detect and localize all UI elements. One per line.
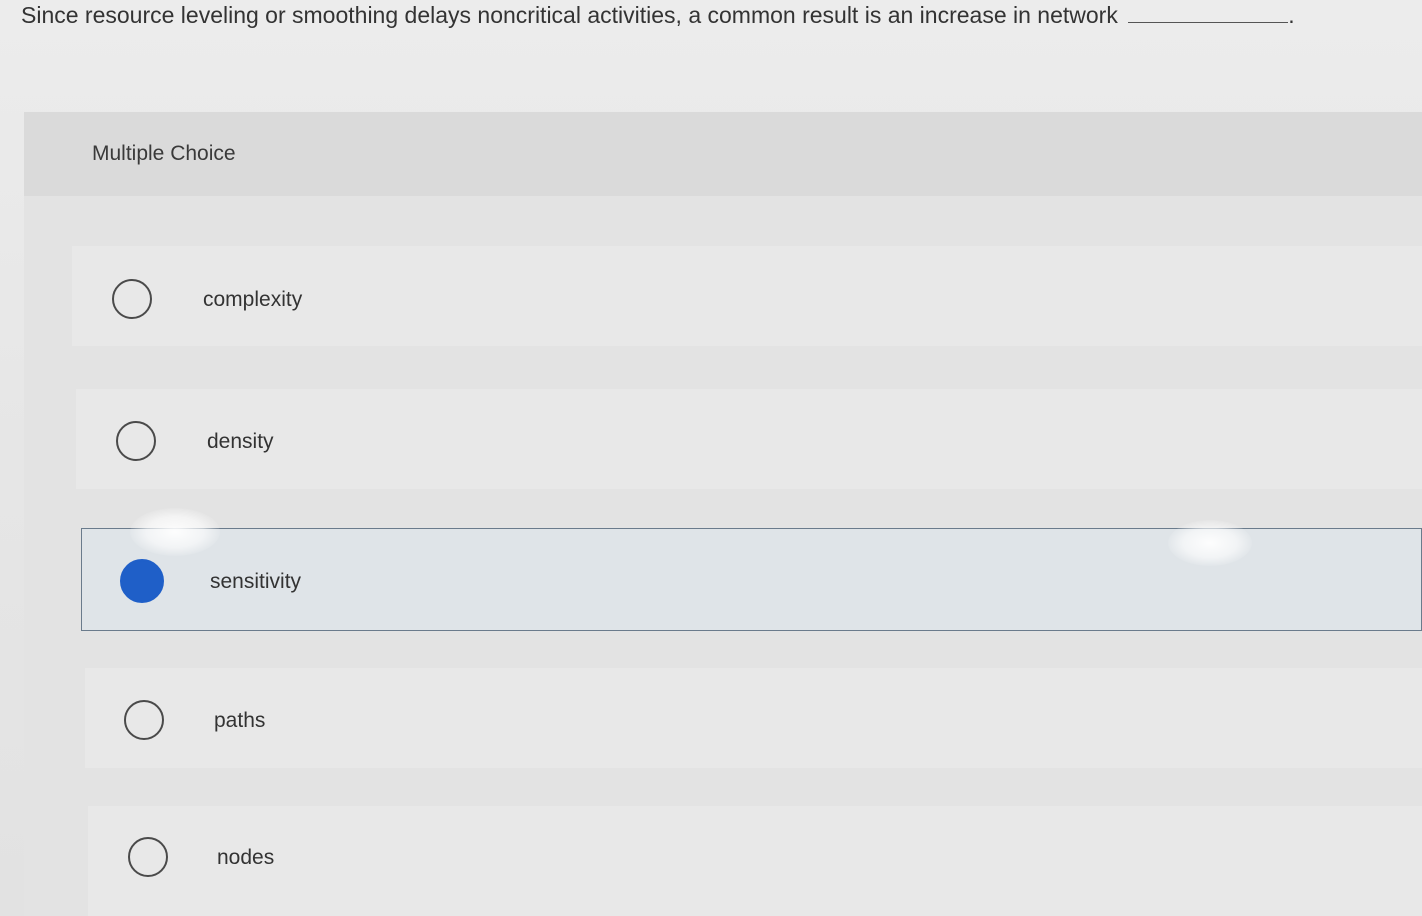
question-stem: Since resource leveling or smoothing del…: [21, 2, 1118, 28]
answer-blank: [1128, 2, 1289, 23]
option-density[interactable]: density: [76, 389, 1422, 489]
screen-glare: [1168, 520, 1252, 566]
radio-button[interactable]: [116, 421, 156, 461]
radio-button[interactable]: [112, 279, 152, 319]
question-text: Since resource leveling or smoothing del…: [21, 0, 1416, 32]
multiple-choice-panel: Multiple Choice: [24, 112, 1422, 916]
question-page: Since resource leveling or smoothing del…: [0, 0, 1422, 916]
multiple-choice-header: Multiple Choice: [24, 112, 1422, 196]
option-paths[interactable]: paths: [85, 668, 1422, 768]
radio-button[interactable]: [124, 700, 164, 740]
radio-button-selected[interactable]: [120, 559, 164, 603]
screen-glare: [130, 508, 220, 556]
option-label: nodes: [217, 846, 275, 869]
option-label: sensitivity: [210, 570, 302, 593]
option-nodes[interactable]: nodes: [88, 806, 1422, 916]
multiple-choice-label: Multiple Choice: [92, 142, 236, 165]
option-label: paths: [214, 709, 266, 732]
option-complexity[interactable]: complexity: [72, 246, 1422, 346]
question-end-punct: .: [1288, 2, 1295, 28]
option-label: density: [207, 430, 274, 453]
radio-button[interactable]: [128, 837, 168, 877]
option-label: complexity: [203, 288, 303, 311]
